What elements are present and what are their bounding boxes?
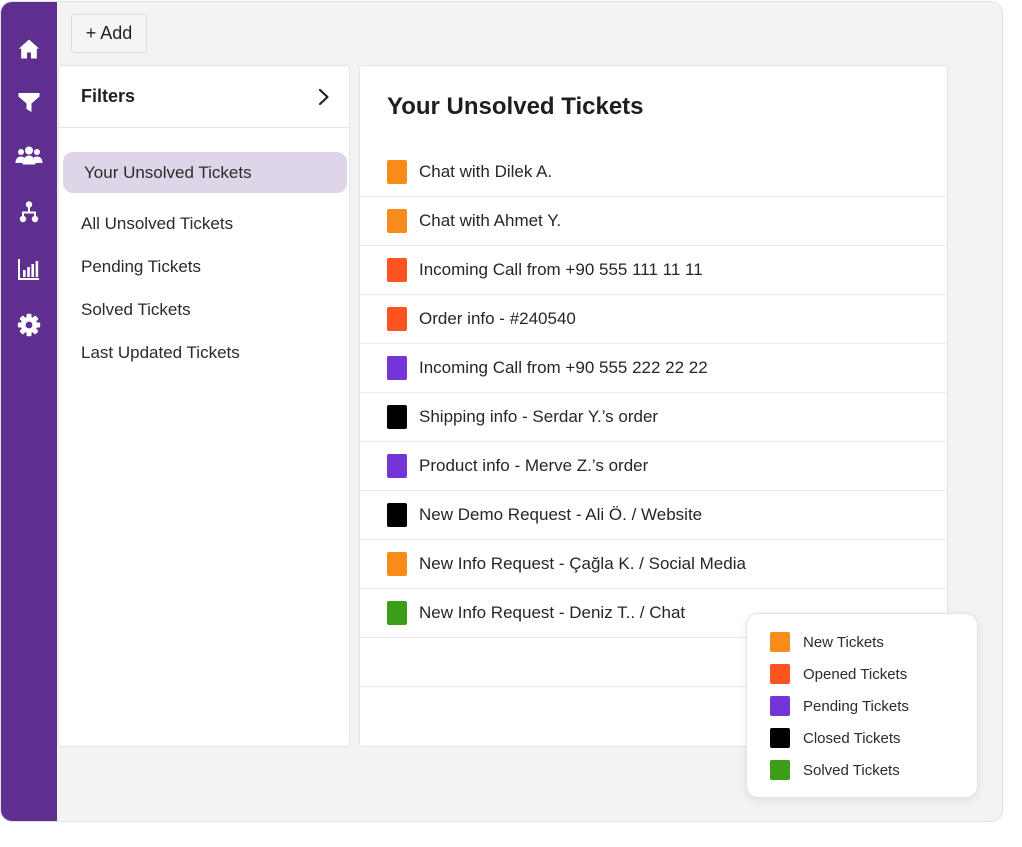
- legend-label: Opened Tickets: [803, 665, 908, 683]
- chevron-right-icon[interactable]: [317, 87, 331, 107]
- status-opened-swatch: [387, 258, 407, 282]
- status-opened-swatch: [387, 307, 407, 331]
- legend-item-closed: Closed Tickets: [770, 727, 901, 749]
- legend-item-pending: Pending Tickets: [770, 695, 909, 717]
- status-new-swatch: [387, 209, 407, 233]
- legend-label: Solved Tickets: [803, 761, 900, 779]
- legend-swatch: [770, 760, 790, 780]
- legend-item-opened: Opened Tickets: [770, 663, 907, 685]
- filter-last-updated-tickets[interactable]: Last Updated Tickets: [63, 332, 347, 373]
- filter-icon: [18, 93, 40, 112]
- ticket-row[interactable]: Chat with Ahmet Y.: [360, 197, 947, 246]
- ticket-row[interactable]: Product info - Merve Z.’s order: [360, 442, 947, 491]
- ticket-row[interactable]: Incoming Call from +90 555 222 22 22: [360, 344, 947, 393]
- ticket-title: Shipping info - Serdar Y.’s order: [419, 407, 659, 426]
- filter-label: Solved Tickets: [81, 299, 191, 319]
- sidebar-nav: [1, 2, 57, 821]
- legend-label: New Tickets: [803, 633, 884, 651]
- ticket-title: New Info Request - Deniz T.. / Chat: [419, 603, 686, 622]
- ticket-title: Product info - Merve Z.’s order: [419, 456, 649, 475]
- filter-label: Last Updated Tickets: [81, 342, 240, 362]
- status-legend: New Tickets Opened Tickets Pending Ticke…: [746, 613, 978, 798]
- app-window: + Add Filters Your Unsolved Tickets All …: [0, 1, 1003, 822]
- ticket-title: New Info Request - Çağla K. / Social Med…: [419, 554, 746, 573]
- legend-item-new: New Tickets: [770, 631, 884, 653]
- ticket-title: Chat with Dilek A.: [419, 162, 553, 181]
- legend-swatch: [770, 728, 790, 748]
- filters-header: Filters: [59, 66, 349, 128]
- ticket-row[interactable]: New Demo Request - Ali Ö. / Website: [360, 491, 947, 540]
- nav-reports[interactable]: [1, 249, 57, 289]
- status-new-swatch: [387, 552, 407, 576]
- legend-label: Pending Tickets: [803, 697, 909, 715]
- filter-label: All Unsolved Tickets: [81, 213, 234, 233]
- add-button[interactable]: + Add: [71, 14, 147, 53]
- home-icon: [18, 39, 40, 59]
- gear-icon: [17, 313, 41, 337]
- nav-settings[interactable]: [1, 305, 57, 345]
- ticket-row[interactable]: New Info Request - Çağla K. / Social Med…: [360, 540, 947, 589]
- legend-item-solved: Solved Tickets: [770, 759, 900, 781]
- status-pending-swatch: [387, 454, 407, 478]
- legend-swatch: [770, 664, 790, 684]
- ticket-title: New Demo Request - Ali Ö. / Website: [419, 505, 703, 524]
- filter-your-unsolved-tickets[interactable]: Your Unsolved Tickets: [63, 152, 347, 193]
- ticket-row[interactable]: Shipping info - Serdar Y.’s order: [360, 393, 947, 442]
- ticket-title: Incoming Call from +90 555 222 22 22: [419, 358, 708, 377]
- filters-title: Filters: [81, 86, 136, 106]
- filter-solved-tickets[interactable]: Solved Tickets: [63, 289, 347, 330]
- ticket-title: Chat with Ahmet Y.: [419, 211, 562, 230]
- filters-panel: Filters Your Unsolved Tickets All Unsolv…: [58, 65, 350, 747]
- nav-users[interactable]: [1, 136, 57, 176]
- legend-label: Closed Tickets: [803, 729, 901, 747]
- filter-label: Pending Tickets: [81, 256, 202, 276]
- ticket-title: Incoming Call from +90 555 111 11 11: [419, 260, 703, 279]
- nav-home[interactable]: [1, 29, 57, 69]
- legend-swatch: [770, 632, 790, 652]
- status-closed-swatch: [387, 405, 407, 429]
- ticket-row[interactable]: Chat with Dilek A.: [360, 148, 947, 197]
- ticket-row[interactable]: Incoming Call from +90 555 111 11 11: [360, 246, 947, 295]
- ticket-row[interactable]: Order info - #240540: [360, 295, 947, 344]
- ticket-title: Order info - #240540: [419, 309, 576, 328]
- bar-chart-icon: [18, 259, 39, 280]
- nav-filters[interactable]: [1, 82, 57, 122]
- filter-all-unsolved-tickets[interactable]: All Unsolved Tickets: [63, 203, 347, 244]
- filter-pending-tickets[interactable]: Pending Tickets: [63, 246, 347, 287]
- users-icon: [15, 146, 43, 165]
- nav-organization[interactable]: [1, 192, 57, 232]
- page-title: Your Unsolved Tickets: [387, 93, 644, 120]
- status-closed-swatch: [387, 503, 407, 527]
- status-new-swatch: [387, 160, 407, 184]
- status-solved-swatch: [387, 601, 407, 625]
- org-chart-icon: [19, 201, 39, 223]
- legend-swatch: [770, 696, 790, 716]
- filter-label: Your Unsolved Tickets: [84, 162, 252, 182]
- status-pending-swatch: [387, 356, 407, 380]
